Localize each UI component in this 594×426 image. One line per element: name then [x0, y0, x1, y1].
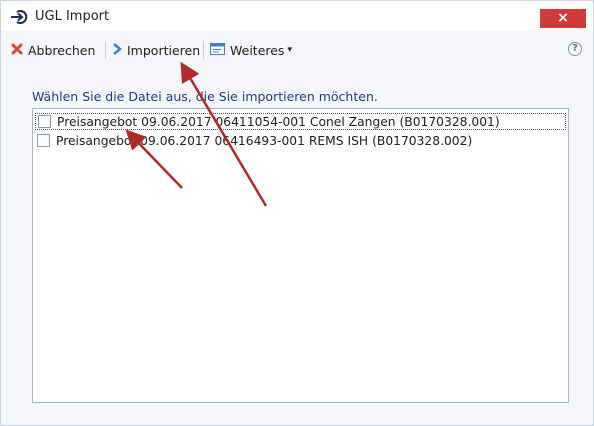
cancel-button-label: Abbrechen	[28, 42, 96, 58]
import-button[interactable]: Importieren	[113, 37, 200, 63]
toolbar: Abbrechen Importieren Weiteres ▾	[1, 37, 593, 65]
options-window-icon	[210, 42, 225, 58]
ugl-import-window: UGL Import × Abbrechen Importieren Weite…	[0, 0, 594, 426]
instruction-text: Wählen Sie die Datei aus, die Sie import…	[32, 89, 378, 104]
file-list-item[interactable]: Preisangebot 09.06.2017 06411054-001 Con…	[35, 113, 566, 130]
file-checkbox[interactable]	[38, 115, 51, 128]
file-list[interactable]: Preisangebot 09.06.2017 06411054-001 Con…	[32, 108, 569, 403]
window-title: UGL Import	[35, 9, 110, 24]
cancel-x-icon	[11, 43, 23, 58]
file-label: Preisangebot 09.06.2017 06416493-001 REM…	[56, 133, 473, 148]
dropdown-caret-icon: ▾	[287, 45, 292, 55]
close-button[interactable]: ×	[540, 9, 586, 28]
import-button-label: Importieren	[127, 42, 201, 58]
more-button[interactable]: Weiteres ▾	[210, 37, 292, 63]
toolbar-separator	[203, 41, 204, 59]
file-label: Preisangebot 09.06.2017 06411054-001 Con…	[57, 114, 500, 129]
chevron-right-icon	[113, 42, 122, 58]
import-arrow-icon	[11, 10, 28, 24]
toolbar-separator	[105, 41, 106, 59]
help-button[interactable]: ?	[568, 42, 582, 56]
file-list-item[interactable]: Preisangebot 09.06.2017 06416493-001 REM…	[35, 132, 472, 149]
cancel-button[interactable]: Abbrechen	[11, 37, 95, 63]
file-checkbox[interactable]	[37, 134, 50, 147]
more-button-label: Weiteres	[230, 42, 285, 58]
title-bar: UGL Import ×	[1, 1, 593, 31]
